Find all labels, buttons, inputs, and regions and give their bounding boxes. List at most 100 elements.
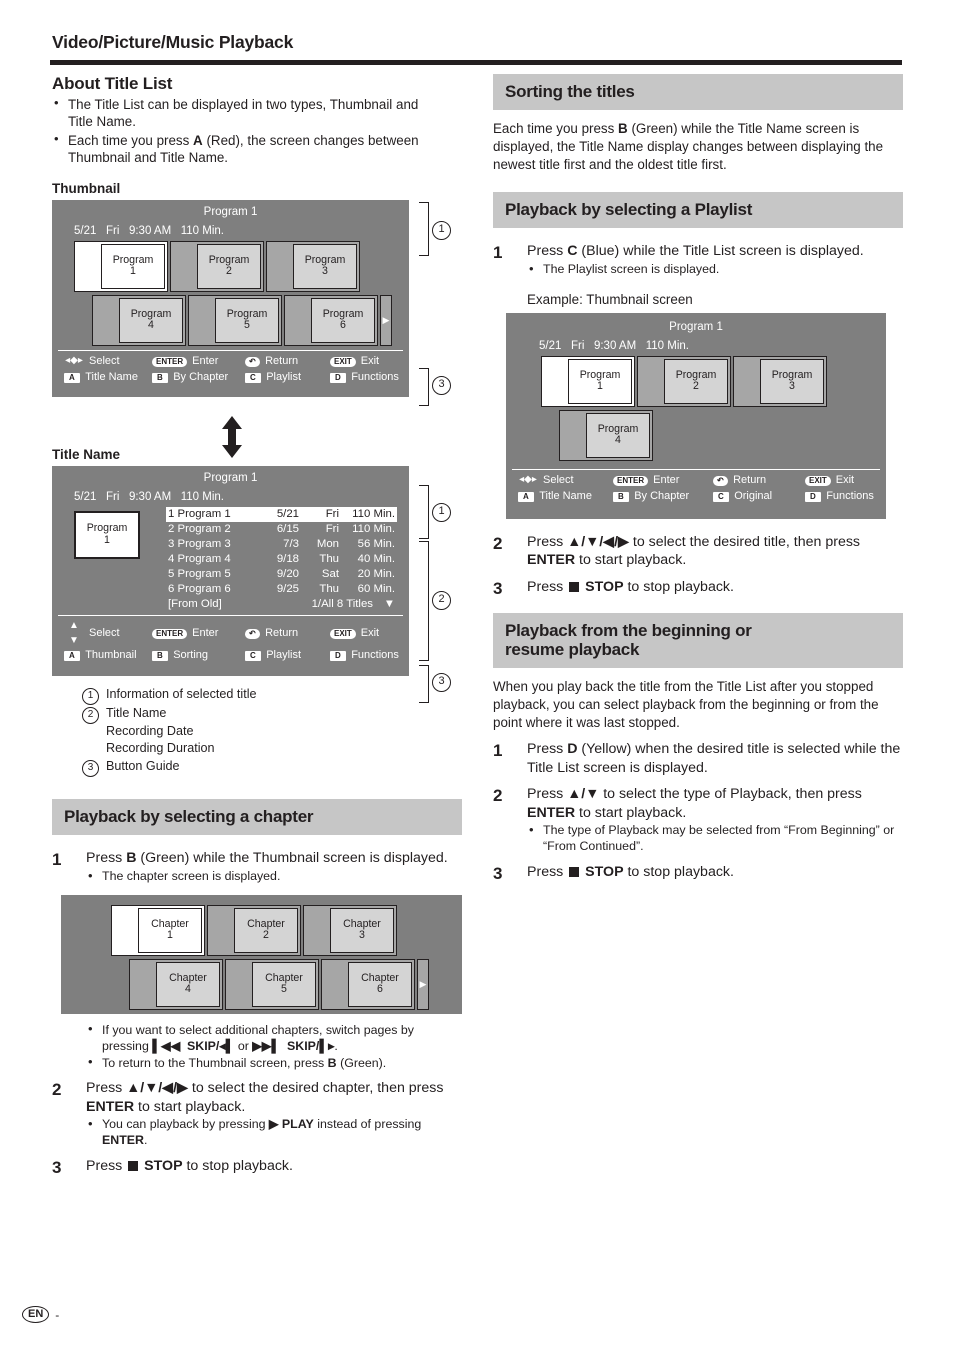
chapter-cell[interactable]: Chapter 5: [225, 958, 319, 1010]
guide-a: A Title Name: [518, 489, 613, 505]
list-item: The Playlist screen is displayed.: [527, 261, 903, 278]
step-body: Press ▲/▼/◀/▶ to select the desired titl…: [527, 533, 861, 569]
manual-page: Video/Picture/Music Playback About Title…: [0, 0, 954, 1354]
guide-c: C Playlist: [245, 370, 330, 386]
thumbnail-cell[interactable]: Program 5: [188, 294, 282, 346]
legend-label: Title Name: [106, 705, 167, 720]
day-cell: Fri: [325, 507, 339, 520]
thumbnail-cell[interactable]: Program 1: [74, 240, 168, 292]
button-guide: ◂◆▸ Select ENTER Enter ↶ Return EXIT Exi…: [512, 468, 880, 510]
enter-key-icon: ENTER: [152, 628, 188, 639]
title-name-cell: 2 Program 2: [168, 522, 231, 535]
table-row[interactable]: 1 Program 1 5/21 Fri 110 Min.: [166, 506, 397, 522]
a-key-icon: A: [518, 491, 535, 502]
footer-language-badge: EN -: [22, 1306, 59, 1323]
bracket-1-thumbnail: [419, 202, 429, 256]
thumbnail-cell[interactable]: Program 6: [284, 294, 378, 346]
playlist-step-2: 2 Press ▲/▼/◀/▶ to select the desired ti…: [493, 533, 903, 570]
chapter-cell[interactable]: Chapter 3: [303, 904, 397, 956]
thumbnail-cell[interactable]: Program 4: [92, 294, 186, 346]
button-guide-row-2: A Thumbnail B Sorting C Playlist D Funct…: [64, 648, 403, 664]
guide-c: C Original: [713, 489, 805, 505]
thumbnail-screen-mock: Program 1 5/21 Fri 9:30 AM 110 Min. Prog…: [52, 199, 409, 397]
table-row[interactable]: 5 Program 5 9/20 Sat 20 Min.: [166, 567, 397, 582]
chapter-cell[interactable]: Chapter 6: [321, 958, 415, 1010]
marker-1-icon: 1: [82, 687, 99, 705]
table-row[interactable]: 4 Program 4 9/18 Thu 40 Min.: [166, 552, 397, 567]
playlist-cell[interactable]: Program 2: [637, 355, 731, 407]
guide-a: A Thumbnail: [64, 648, 152, 664]
d-key-icon: D: [805, 491, 822, 502]
guide-label: Thumbnail: [85, 649, 137, 662]
legend-label: Recording Duration: [106, 741, 215, 756]
guide-label: Select: [543, 473, 574, 486]
marker-2-titlename: 2: [432, 591, 451, 610]
list-item: The chapter screen is displayed.: [86, 868, 462, 885]
chapter-cell[interactable]: Chapter 1: [111, 904, 205, 956]
screen-info: 5/21 Fri 9:30 AM 110 Min.: [74, 490, 224, 503]
playlist-thumbnail-box: Program 2: [664, 358, 728, 404]
selected-title-thumbnail: Program 1: [74, 510, 140, 559]
duration-cell: 40 Min.: [357, 552, 395, 565]
playlist-cell[interactable]: Program 1: [541, 355, 635, 407]
guide-label: Enter: [653, 473, 680, 486]
next-page-arrow-icon[interactable]: ▶: [380, 294, 392, 346]
c-key-icon: C: [245, 372, 262, 383]
guide-a: A Title Name: [64, 370, 152, 386]
duration-cell: 56 Min.: [357, 537, 395, 550]
playlist-step-1: 1 Press C (Blue) while the Title List sc…: [493, 242, 903, 277]
chapter-step-1: 1 Press B (Green) while the Thumbnail sc…: [52, 849, 462, 884]
thumbnail-box: Program 1: [101, 243, 165, 289]
chapter-step-3: 3 Press STOP to stop playback.: [52, 1157, 462, 1178]
playlist-row-1: Program 1 Program 2 Program 3: [541, 355, 886, 407]
step-bullets: The Playlist screen is displayed.: [527, 261, 903, 278]
date-cell: 9/18: [276, 552, 299, 565]
table-row[interactable]: 6 Program 6 9/25 Thu 60 Min.: [166, 582, 397, 597]
thumbnail-cell[interactable]: Program 3: [266, 240, 360, 292]
table-row[interactable]: 2 Program 2 6/15 Fri 110 Min.: [166, 522, 397, 537]
guide-label: Exit: [835, 473, 855, 486]
about-title-list-heading: About Title List: [52, 74, 173, 93]
guide-select: ◂◆▸ Select: [518, 473, 613, 489]
chapter-cell[interactable]: Chapter 4: [129, 958, 223, 1010]
screen-info: 5/21 Fri 9:30 AM 110 Min.: [74, 224, 224, 237]
chapter-label-line2: 5: [281, 983, 287, 996]
guide-label: Return: [265, 354, 299, 367]
resume-heading-line2: resume playback: [505, 639, 640, 659]
playlist-cell[interactable]: Program 3: [733, 355, 827, 407]
screen-title: Program 1: [203, 471, 258, 484]
thumbnail-row-1: Program 1 Program 2 Program 3: [74, 240, 409, 292]
chapter-cell[interactable]: Chapter 2: [207, 904, 301, 956]
return-key-icon: ↶: [245, 356, 261, 367]
playlist-cell[interactable]: Program 4: [559, 409, 653, 461]
date-cell: 9/25: [276, 582, 299, 595]
title-name-cell: 6 Program 6: [168, 582, 231, 595]
bracket-2-titlename: [419, 541, 429, 661]
guide-b: B By Chapter: [152, 370, 245, 386]
step-bullets: The type of Playback may be selected fro…: [527, 822, 903, 855]
day-cell: Thu: [319, 552, 339, 565]
guide-b: B By Chapter: [613, 489, 713, 505]
enter-key-icon: ENTER: [613, 475, 649, 486]
guide-select: ◂◆▸ Select: [64, 354, 152, 370]
d-key-icon: D: [330, 372, 347, 383]
title-name-screen-mock: Program 1 5/21 Fri 9:30 AM 110 Min. Prog…: [52, 465, 409, 676]
guide-label: By Chapter: [634, 489, 690, 502]
table-row[interactable]: 3 Program 3 7/3 Mon 56 Min.: [166, 537, 397, 552]
thumbnail-cell[interactable]: Program 2: [170, 240, 264, 292]
date-cell: 5/21: [276, 507, 299, 520]
playlist-label-line2: 1: [597, 380, 603, 393]
resume-step-3: 3 Press STOP to stop playback.: [493, 863, 903, 884]
next-page-arrow-icon[interactable]: ▶: [417, 958, 429, 1010]
legend-label: Button Guide: [106, 759, 180, 774]
guide-exit: EXIT Exit: [330, 354, 379, 370]
guide-label: Exit: [360, 354, 380, 367]
guide-label: Playlist: [266, 649, 302, 662]
title-name-subheading: Title Name: [52, 446, 121, 462]
thumbnail-label-line2: 1: [104, 533, 110, 546]
scroll-down-icon[interactable]: ▼: [373, 597, 395, 612]
example-label: Example: Thumbnail screen: [527, 291, 693, 307]
guide-label: Select: [89, 354, 120, 367]
thumbnail-label-line1: Program: [86, 522, 128, 535]
step-body: Press STOP to stop playback.: [527, 578, 734, 595]
